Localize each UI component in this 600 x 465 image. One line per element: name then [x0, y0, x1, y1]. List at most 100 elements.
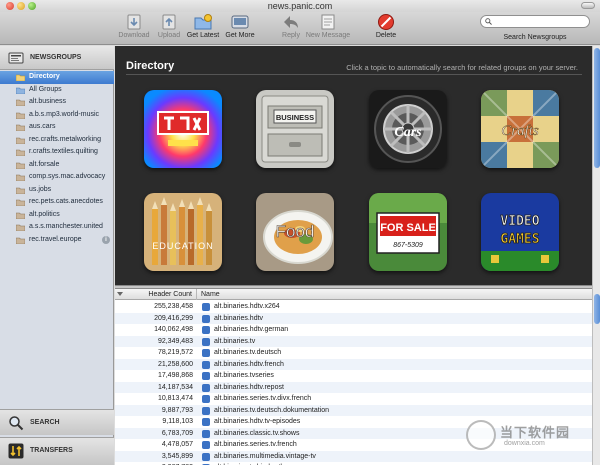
music-icon — [144, 90, 222, 168]
newsgroup-name-cell: alt.binaries.tv.deutsch — [214, 349, 282, 356]
download-button[interactable]: Download — [116, 13, 152, 45]
sidebar-item-newsgroup[interactable]: rec.travel.europe i — [0, 234, 114, 247]
upload-button[interactable]: Upload — [154, 13, 184, 45]
info-icon[interactable]: i — [102, 235, 110, 244]
download-arrow-icon[interactable] — [202, 429, 210, 438]
table-scroll-thumb[interactable] — [594, 294, 600, 324]
window-title: news.panic.com — [267, 1, 333, 11]
folder-icon — [16, 199, 25, 206]
topic-crafts-tile[interactable]: Crafts — [481, 90, 559, 168]
cars-label: Cars — [394, 125, 422, 140]
education-label: EDUCATION — [152, 241, 213, 251]
sidebar-item-newsgroup[interactable]: aus.cars — [0, 121, 114, 134]
topic-education-tile[interactable]: EDUCATION — [144, 193, 222, 271]
app-window: news.panic.com Download Upload Get Lates… — [0, 0, 600, 465]
sidebar-item-newsgroup[interactable]: rec.crafts.metalworking — [0, 134, 114, 147]
header-count-column[interactable]: Header Count — [115, 289, 197, 300]
header-count-cell: 6,783,709 — [161, 429, 193, 437]
download-arrow-icon[interactable] — [202, 349, 210, 357]
folder-icon — [16, 124, 25, 131]
header-count-cell: 17,498,868 — [157, 372, 193, 379]
sidebar-item-newsgroup[interactable]: us.jobs — [0, 184, 114, 197]
topic-business-tile[interactable]: BUSINESS — [256, 90, 334, 168]
directory-hint: Click a topic to automatically search fo… — [346, 63, 578, 72]
download-arrow-icon[interactable] — [202, 360, 210, 369]
table-row[interactable]: 255,238,458 alt.binaries.hdtv.x264 — [115, 301, 592, 313]
watermark: 当下软件园 downxia.com — [466, 418, 596, 458]
header-count-cell: 4,478,057 — [161, 441, 193, 448]
header-count-cell: 140,062,498 — [154, 326, 193, 333]
topic-food-tile[interactable]: Food — [256, 193, 334, 271]
sidebar-item-directory[interactable]: Directory — [0, 71, 114, 84]
new-message-button[interactable]: New Message — [305, 13, 351, 45]
sidebar-item-newsgroup[interactable]: alt.forsale — [0, 159, 114, 172]
header-count-cell: 9,887,793 — [161, 406, 193, 414]
download-arrow-icon[interactable] — [202, 441, 210, 449]
table-row[interactable]: 209,416,299 alt.binaries.hdtv — [115, 312, 592, 324]
get-more-button[interactable]: Get More — [223, 13, 257, 45]
topic-forsale-tile[interactable]: FOR SALE 867-5309 — [369, 193, 447, 271]
download-arrow-icon[interactable] — [202, 303, 210, 311]
download-arrow-icon[interactable] — [202, 395, 210, 403]
upload-icon — [162, 14, 176, 30]
table-row[interactable]: 92,349,483 alt.binaries.tv — [115, 335, 592, 347]
title-bar: news.panic.com — [0, 0, 600, 12]
folder-icon — [16, 187, 25, 194]
forsale-phone-label: 867-5309 — [393, 242, 423, 249]
table-row[interactable]: 21,258,600 alt.binaries.hdtv.french — [115, 358, 592, 370]
newsgroups-header[interactable]: NEWSGROUPS — [0, 46, 114, 70]
education-icon: EDUCATION — [144, 193, 222, 271]
table-row[interactable]: 140,062,498 alt.binaries.hdtv.german — [115, 324, 592, 336]
reply-button[interactable]: Reply — [278, 13, 304, 45]
download-arrow-icon[interactable] — [202, 406, 210, 415]
sidebar-item-newsgroup[interactable]: alt.politics — [0, 209, 114, 222]
sidebar-item-newsgroup[interactable]: a.s.s.manchester.united — [0, 221, 114, 234]
table-row[interactable]: 10,813,474 alt.binaries.series.tv.divx.fr… — [115, 393, 592, 405]
get-latest-icon — [194, 14, 212, 30]
search-icon — [485, 18, 492, 25]
folder-icon — [16, 174, 25, 181]
zoom-window-button[interactable] — [28, 2, 36, 10]
download-arrow-icon[interactable] — [202, 326, 210, 334]
search-input[interactable] — [495, 17, 585, 27]
directory-scroll-thumb[interactable] — [594, 48, 600, 168]
topic-cars-tile[interactable]: Cars — [369, 90, 447, 168]
get-latest-button[interactable]: Get Latest — [185, 13, 221, 45]
name-column[interactable]: Name — [201, 289, 220, 300]
vertical-scrollbar[interactable] — [592, 46, 600, 465]
download-arrow-icon[interactable] — [202, 337, 210, 346]
newsgroup-name-cell: alt.binaries.hdtv — [214, 314, 264, 322]
table-row[interactable]: 9,887,793 alt.binaries.tv.deutsch.dokumen… — [115, 404, 592, 416]
search-section-button[interactable]: SEARCH — [0, 409, 114, 435]
directory-divider — [126, 74, 582, 75]
sidebar-item-newsgroup[interactable]: comp.sys.mac.advocacy — [0, 171, 114, 184]
cars-icon: Cars — [369, 90, 447, 168]
close-window-button[interactable] — [6, 2, 14, 10]
sidebar-item-newsgroup[interactable]: r.crafts.textiles.quilting — [0, 146, 114, 159]
watermark-download-icon — [466, 420, 496, 450]
delete-button[interactable]: Delete — [372, 13, 400, 45]
sidebar-item-all-groups[interactable]: All Groups — [0, 84, 114, 97]
newsgroup-name-cell: alt.binaries.tv — [214, 337, 256, 345]
header-count-cell: 92,349,483 — [157, 337, 193, 345]
sidebar-item-newsgroup[interactable]: alt.business — [0, 96, 114, 109]
sidebar-item-newsgroup[interactable]: a.b.s.mp3.world-music — [0, 109, 114, 122]
table-row[interactable]: 17,498,868 alt.binaries.tvseries — [115, 370, 592, 382]
toolbar-toggle-button[interactable] — [581, 2, 595, 9]
table-row[interactable]: 78,219,572 alt.binaries.tv.deutsch — [115, 347, 592, 359]
topic-music-tile[interactable] — [144, 90, 222, 168]
minimize-window-button[interactable] — [17, 2, 25, 10]
table-row[interactable]: 14,187,534 alt.binaries.hdtv.repost — [115, 381, 592, 393]
topic-videogames-tile[interactable]: VIDEO GAMES — [481, 193, 559, 271]
search-field[interactable] — [480, 15, 590, 28]
sidebar-item-newsgroup[interactable]: rec.pets.cats.anecdotes — [0, 196, 114, 209]
download-arrow-icon[interactable] — [202, 372, 210, 380]
download-arrow-icon[interactable] — [202, 452, 210, 461]
food-icon: Food — [256, 193, 334, 271]
transfers-section-button[interactable]: TRANSFERS — [0, 437, 114, 465]
folder-icon — [16, 99, 25, 106]
newsgroup-list: Directory All Groups alt.business a.b.s.… — [0, 71, 114, 246]
download-arrow-icon[interactable] — [202, 314, 210, 323]
download-arrow-icon[interactable] — [202, 418, 210, 426]
download-arrow-icon[interactable] — [202, 383, 210, 392]
